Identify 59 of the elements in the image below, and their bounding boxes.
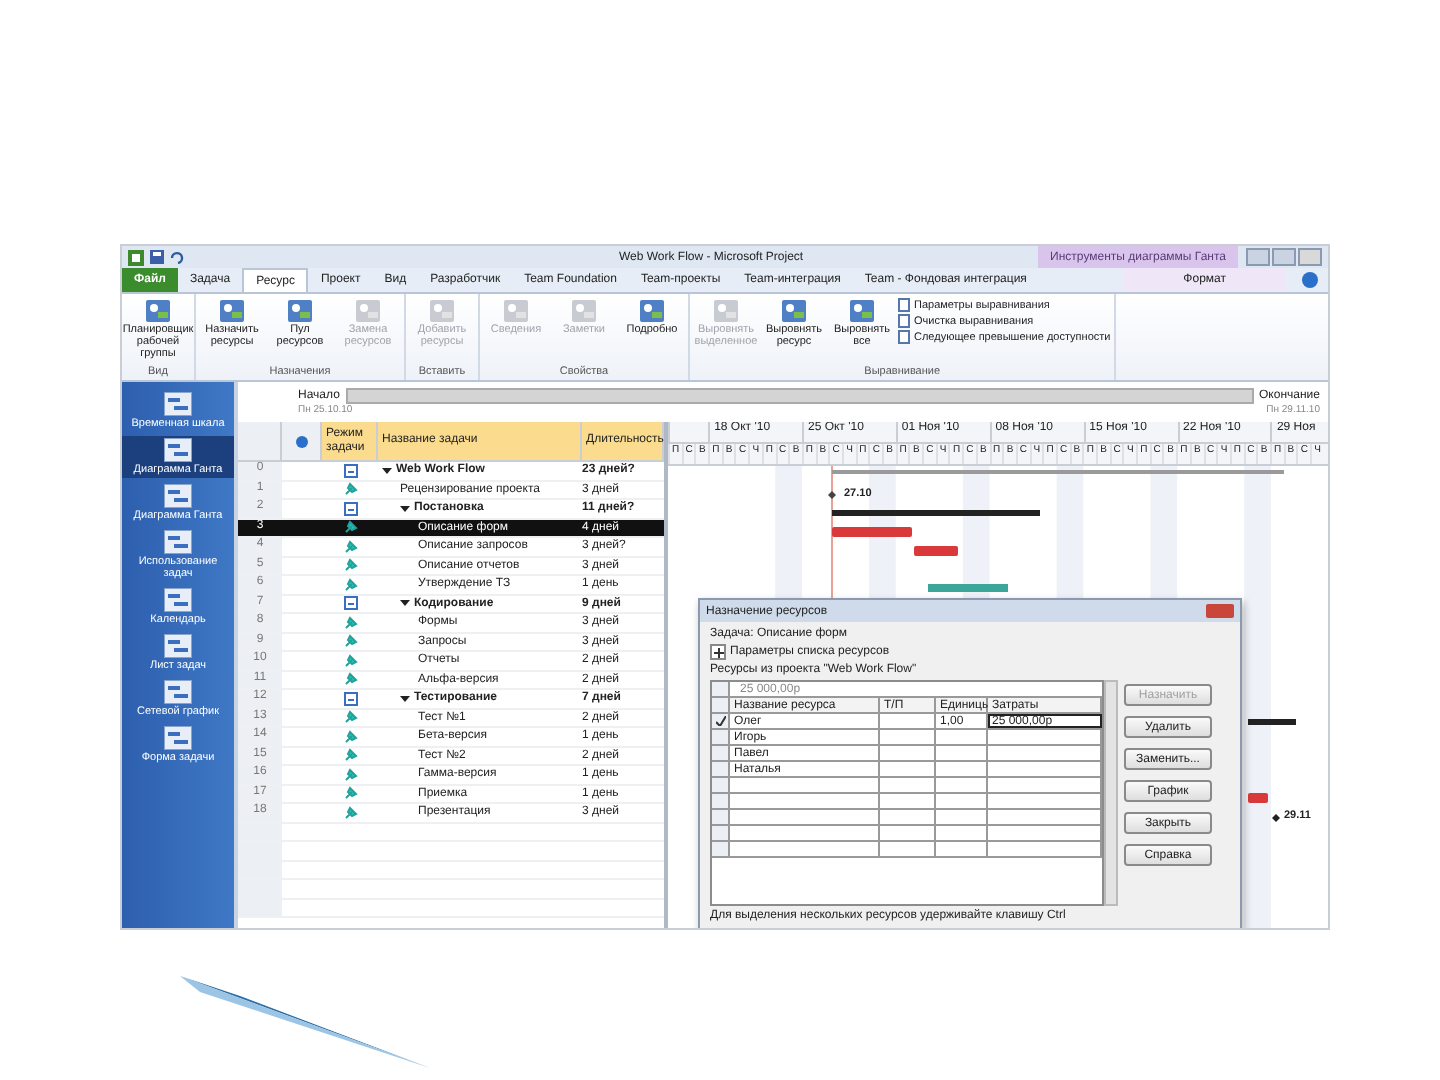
check-cell[interactable] — [712, 762, 730, 776]
pin-icon — [343, 615, 357, 630]
select-all-cell[interactable] — [238, 422, 282, 462]
pin-icon — [343, 748, 357, 763]
people-icon — [848, 298, 876, 324]
save-icon[interactable] — [150, 250, 164, 264]
pin-icon — [343, 786, 357, 801]
people-icon — [502, 298, 530, 324]
chart-icon — [164, 680, 192, 705]
people-icon — [218, 298, 246, 324]
project-logo-icon — [128, 249, 144, 265]
chart-icon — [164, 634, 192, 659]
pin-icon — [343, 653, 357, 668]
check-cell[interactable] — [712, 714, 730, 728]
plus-icon — [713, 647, 723, 657]
people-icon — [780, 298, 808, 324]
chart-icon — [164, 484, 192, 509]
people-icon — [570, 298, 598, 324]
minimize-button[interactable] — [1246, 248, 1270, 266]
people-icon — [428, 298, 456, 324]
people-icon — [638, 298, 666, 324]
maximize-button[interactable] — [1272, 248, 1296, 266]
collapse-icon[interactable] — [400, 598, 410, 609]
pin-icon — [343, 767, 357, 782]
pin-icon — [343, 482, 357, 497]
check-cell[interactable] — [712, 746, 730, 760]
people-icon — [712, 298, 740, 324]
chart-icon — [164, 726, 192, 751]
pin-icon — [343, 634, 357, 649]
collapse-icon[interactable] — [382, 465, 392, 476]
pin-icon — [343, 805, 357, 820]
help-icon[interactable] — [1302, 272, 1318, 288]
undo-icon[interactable] — [170, 250, 184, 264]
pin-icon — [343, 710, 357, 725]
milestone-marker[interactable] — [828, 491, 836, 499]
scrollbar[interactable] — [1104, 680, 1118, 906]
people-icon — [144, 298, 172, 324]
close-button[interactable] — [1298, 248, 1322, 266]
milestone-marker[interactable] — [1272, 814, 1280, 822]
pin-icon — [343, 558, 357, 573]
task-bar[interactable] — [1248, 793, 1268, 803]
chart-icon — [164, 392, 192, 416]
people-icon — [354, 298, 382, 324]
info-icon — [295, 435, 307, 447]
collapse-icon[interactable] — [400, 693, 410, 704]
pin-icon — [343, 539, 357, 554]
chart-icon — [164, 588, 192, 613]
task-bar[interactable] — [914, 546, 958, 556]
pin-icon — [343, 577, 357, 592]
check-cell[interactable] — [712, 730, 730, 744]
pin-icon — [343, 672, 357, 687]
people-icon — [286, 298, 314, 324]
chart-icon — [164, 530, 192, 555]
expand-button[interactable] — [710, 644, 726, 660]
collapse-icon[interactable] — [400, 503, 410, 514]
pin-icon — [343, 729, 357, 744]
pin-icon — [343, 520, 357, 535]
chart-icon — [164, 438, 192, 463]
check-icon — [715, 716, 725, 726]
